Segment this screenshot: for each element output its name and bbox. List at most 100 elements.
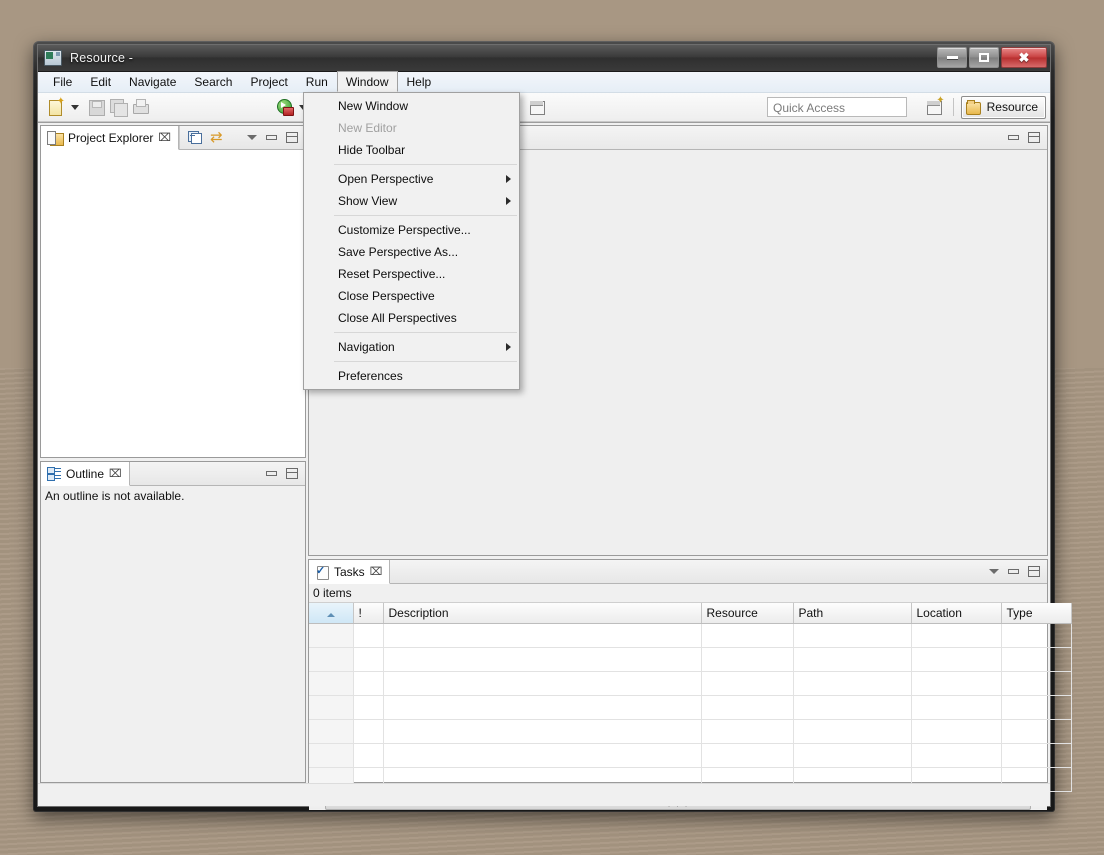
menu-project[interactable]: Project [241, 72, 296, 92]
menu-item-new-window[interactable]: New Window [304, 95, 519, 117]
print-icon[interactable] [130, 97, 150, 117]
table-cell [353, 695, 384, 720]
table-cell [383, 671, 702, 696]
menu-separator [334, 215, 517, 216]
menu-item-navigation[interactable]: Navigation [304, 336, 519, 358]
menu-item-label: Customize Perspective... [338, 223, 471, 237]
column-header-path[interactable]: Path [793, 603, 912, 624]
menu-item-save-perspective-as[interactable]: Save Perspective As... [304, 241, 519, 263]
project-explorer-window-tools [240, 126, 305, 149]
project-explorer-icon [47, 130, 64, 146]
view-menu-icon[interactable] [247, 135, 257, 140]
table-cell [701, 695, 794, 720]
menu-item-customize-perspective[interactable]: Customize Perspective... [304, 219, 519, 241]
menu-file[interactable]: File [44, 72, 81, 92]
menu-help[interactable]: Help [398, 72, 441, 92]
table-cell [793, 671, 912, 696]
maximize-button[interactable] [969, 47, 999, 68]
column-header-type[interactable]: Type [1001, 603, 1072, 624]
menu-item-label: New Editor [338, 121, 397, 135]
maximize-icon[interactable] [286, 132, 298, 143]
save-all-icon[interactable] [108, 97, 128, 117]
table-row[interactable] [309, 623, 1072, 648]
maximize-icon [979, 53, 989, 62]
column-header-description[interactable]: Description [383, 603, 702, 624]
menu-item-reset-perspective[interactable]: Reset Perspective... [304, 263, 519, 285]
menu-item-hide-toolbar[interactable]: Hide Toolbar [304, 139, 519, 161]
close-button[interactable]: ✖ [1001, 47, 1047, 68]
menu-edit[interactable]: Edit [81, 72, 120, 92]
menu-separator [334, 361, 517, 362]
table-row[interactable] [309, 743, 1072, 768]
column-header-resource[interactable]: Resource [701, 603, 794, 624]
menu-item-label: Navigation [338, 340, 395, 354]
menu-search[interactable]: Search [185, 72, 241, 92]
tab-project-explorer[interactable]: Project Explorer ⌧ [41, 126, 180, 150]
menu-separator [334, 332, 517, 333]
menu-navigate[interactable]: Navigate [120, 72, 185, 92]
table-cell [911, 743, 1002, 768]
view-menu-icon[interactable] [989, 569, 999, 574]
column-header-location[interactable]: Location [911, 603, 1002, 624]
project-explorer-content[interactable] [41, 150, 305, 457]
menu-item-show-view[interactable]: Show View [304, 190, 519, 212]
minimize-icon[interactable] [266, 471, 277, 476]
window-controls: ✖ [937, 47, 1047, 68]
tab-tasks[interactable]: Tasks ⌧ [309, 560, 391, 584]
main-toolbar: Quick Access ✦ Resource [38, 93, 1050, 122]
perspective-button-resource[interactable]: Resource [960, 95, 1046, 119]
table-cell [911, 647, 1002, 672]
table-row[interactable] [309, 647, 1072, 672]
table-cell [793, 623, 912, 648]
minimize-icon[interactable] [1008, 569, 1019, 574]
new-wizard-icon[interactable] [46, 96, 66, 117]
column-header-sort[interactable] [309, 603, 354, 624]
menu-run[interactable]: Run [297, 72, 337, 92]
external-tools-icon[interactable] [527, 97, 547, 117]
table-row[interactable] [309, 671, 1072, 696]
tab-close-icon[interactable]: ⌧ [158, 132, 171, 143]
table-cell [309, 671, 354, 696]
open-perspective-icon[interactable]: ✦ [924, 95, 945, 117]
menu-item-close-perspective[interactable]: Close Perspective [304, 285, 519, 307]
collapse-all-icon[interactable] [188, 131, 203, 144]
minimize-icon[interactable] [266, 135, 277, 140]
menu-item-preferences[interactable]: Preferences [304, 365, 519, 387]
minimize-button[interactable] [937, 47, 967, 68]
maximize-icon[interactable] [286, 468, 298, 479]
menu-item-close-all-perspectives[interactable]: Close All Perspectives [304, 307, 519, 329]
table-cell [701, 719, 794, 744]
table-cell [309, 647, 354, 672]
tab-project-explorer-label: Project Explorer [68, 130, 154, 145]
table-cell [353, 623, 384, 648]
menu-item-open-perspective[interactable]: Open Perspective [304, 168, 519, 190]
maximize-icon[interactable] [1028, 132, 1040, 143]
editor-window-tools [1001, 132, 1047, 143]
eclipse-icon [44, 50, 62, 66]
table-cell [793, 647, 912, 672]
table-cell [701, 647, 794, 672]
table-row[interactable] [309, 695, 1072, 720]
menu-window[interactable]: Window [336, 71, 398, 92]
column-header-priority[interactable]: ! [353, 603, 384, 624]
tab-outline[interactable]: Outline ⌧ [41, 462, 130, 486]
link-with-editor-icon[interactable] [210, 128, 226, 146]
new-wizard-dropdown-icon[interactable] [71, 104, 79, 110]
minimize-icon[interactable] [1008, 135, 1019, 140]
table-cell [1001, 671, 1072, 696]
menu-item-label: Close All Perspectives [338, 311, 457, 325]
quick-access-input[interactable]: Quick Access [767, 97, 907, 117]
title-bar[interactable]: Resource - ✖ [38, 45, 1050, 72]
sort-ascending-icon [326, 613, 335, 617]
tasks-table-body[interactable] [309, 623, 1072, 792]
save-icon[interactable] [86, 97, 106, 117]
tab-close-icon[interactable]: ⌧ [370, 566, 383, 577]
table-cell [383, 647, 702, 672]
menu-item-label: Preferences [338, 369, 403, 383]
run-icon[interactable] [274, 97, 294, 117]
menu-item-label: Save Perspective As... [338, 245, 459, 259]
table-row[interactable] [309, 719, 1072, 744]
table-cell [353, 647, 384, 672]
tab-close-icon[interactable]: ⌧ [109, 468, 122, 479]
maximize-icon[interactable] [1028, 566, 1040, 577]
